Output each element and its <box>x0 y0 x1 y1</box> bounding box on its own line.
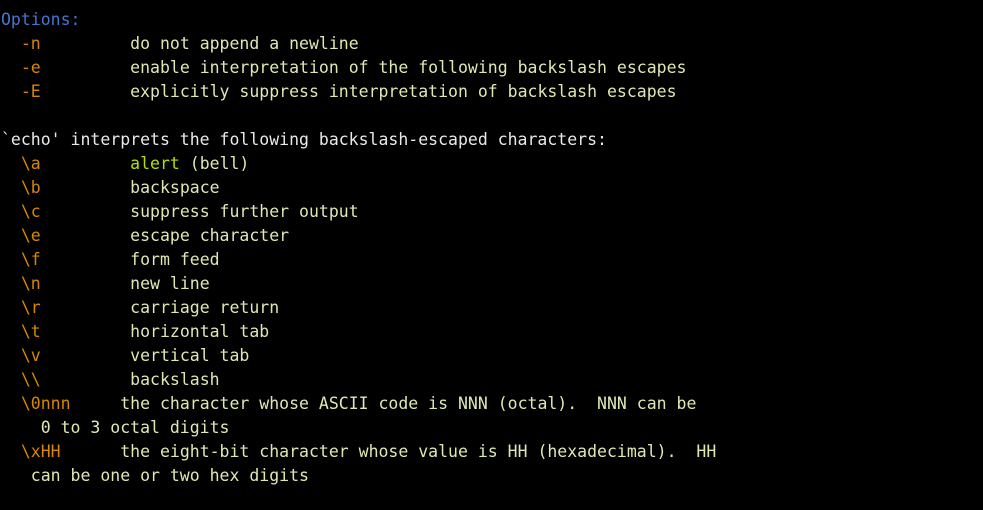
escape-pad <box>41 154 130 173</box>
escapes-intro-row: `echo' interprets the following backslas… <box>0 128 983 152</box>
terminal-screen: Options: -n do not append a newline -e e… <box>0 8 983 488</box>
escape-code: \a <box>1 154 41 173</box>
escape-description: horizontal tab <box>130 322 270 341</box>
escape-pad <box>41 226 130 245</box>
escape-pad <box>71 394 121 413</box>
escape-description: new line <box>130 274 210 293</box>
escape-pad <box>41 370 130 389</box>
escape-code: \e <box>1 226 41 245</box>
escape-pad <box>41 250 130 269</box>
escapes-intro: `echo' interprets the following backslas… <box>1 130 607 149</box>
escape-code: \v <box>1 346 41 365</box>
escape-row: \\ backslash <box>0 368 983 392</box>
option-row: -e enable interpretation of the followin… <box>0 56 983 80</box>
option-row: -E explicitly suppress interpretation of… <box>0 80 983 104</box>
escape-code: \0nnn <box>1 394 71 413</box>
option-pad <box>41 34 130 53</box>
escape-description: escape character <box>130 226 290 245</box>
escape-description: form feed <box>130 250 220 269</box>
option-description: enable interpretation of the following b… <box>130 58 687 77</box>
escape-description: (bell) <box>179 154 250 173</box>
escape-description: backspace <box>130 178 220 197</box>
escape-description: backslash <box>130 370 220 389</box>
escape-row: \xHH the eight-bit character whose value… <box>0 440 983 464</box>
escape-row: \r carriage return <box>0 296 983 320</box>
terminal-window: Options: -n do not append a newline -e e… <box>0 0 983 510</box>
option-flag: -E <box>1 82 41 101</box>
escape-pad <box>61 442 121 461</box>
escape-code: \f <box>1 250 41 269</box>
option-pad <box>41 82 130 101</box>
escape-pad <box>41 322 130 341</box>
escape-row: \t horizontal tab <box>0 320 983 344</box>
escape-code: \c <box>1 202 41 221</box>
escape-row: \a alert (bell) <box>0 152 983 176</box>
escape-pad <box>41 202 130 221</box>
escape-row: \b backspace <box>0 176 983 200</box>
escape-pad <box>41 298 130 317</box>
options-heading-row: Options: <box>0 8 983 32</box>
escape-code: \t <box>1 322 41 341</box>
option-flag: -n <box>1 34 41 53</box>
escape-row: \n new line <box>0 272 983 296</box>
escape-code: \\ <box>1 370 41 389</box>
escape-description-bright: alert <box>130 154 180 173</box>
escape-row: \c suppress further output <box>0 200 983 224</box>
option-description: do not append a newline <box>130 34 359 53</box>
option-row: -n do not append a newline <box>0 32 983 56</box>
escape-row: \e escape character <box>0 224 983 248</box>
escape-code: \b <box>1 178 41 197</box>
escape-code: \r <box>1 298 41 317</box>
escape-pad <box>41 346 130 365</box>
escape-description: the eight-bit character whose value is H… <box>120 442 717 461</box>
escape-pad <box>41 178 130 197</box>
escape-code: \n <box>1 274 41 293</box>
option-flag: -e <box>1 58 41 77</box>
escape-description: 0 to 3 octal digits <box>1 418 230 437</box>
option-pad <box>41 58 130 77</box>
options-heading: Options: <box>1 10 81 29</box>
escape-row: \f form feed <box>0 248 983 272</box>
escape-continuation-row: can be one or two hex digits <box>0 464 983 488</box>
escape-description: carriage return <box>130 298 280 317</box>
escape-description: the character whose ASCII code is NNN (o… <box>120 394 697 413</box>
escape-row: \0nnn the character whose ASCII code is … <box>0 392 983 416</box>
option-description: explicitly suppress interpretation of ba… <box>130 82 677 101</box>
escape-description: can be one or two hex digits <box>1 466 309 485</box>
escape-continuation-row: 0 to 3 octal digits <box>0 416 983 440</box>
escape-pad <box>41 274 130 293</box>
escape-code: \xHH <box>1 442 61 461</box>
escape-description: vertical tab <box>130 346 250 365</box>
escape-description: suppress further output <box>130 202 359 221</box>
escape-row: \v vertical tab <box>0 344 983 368</box>
